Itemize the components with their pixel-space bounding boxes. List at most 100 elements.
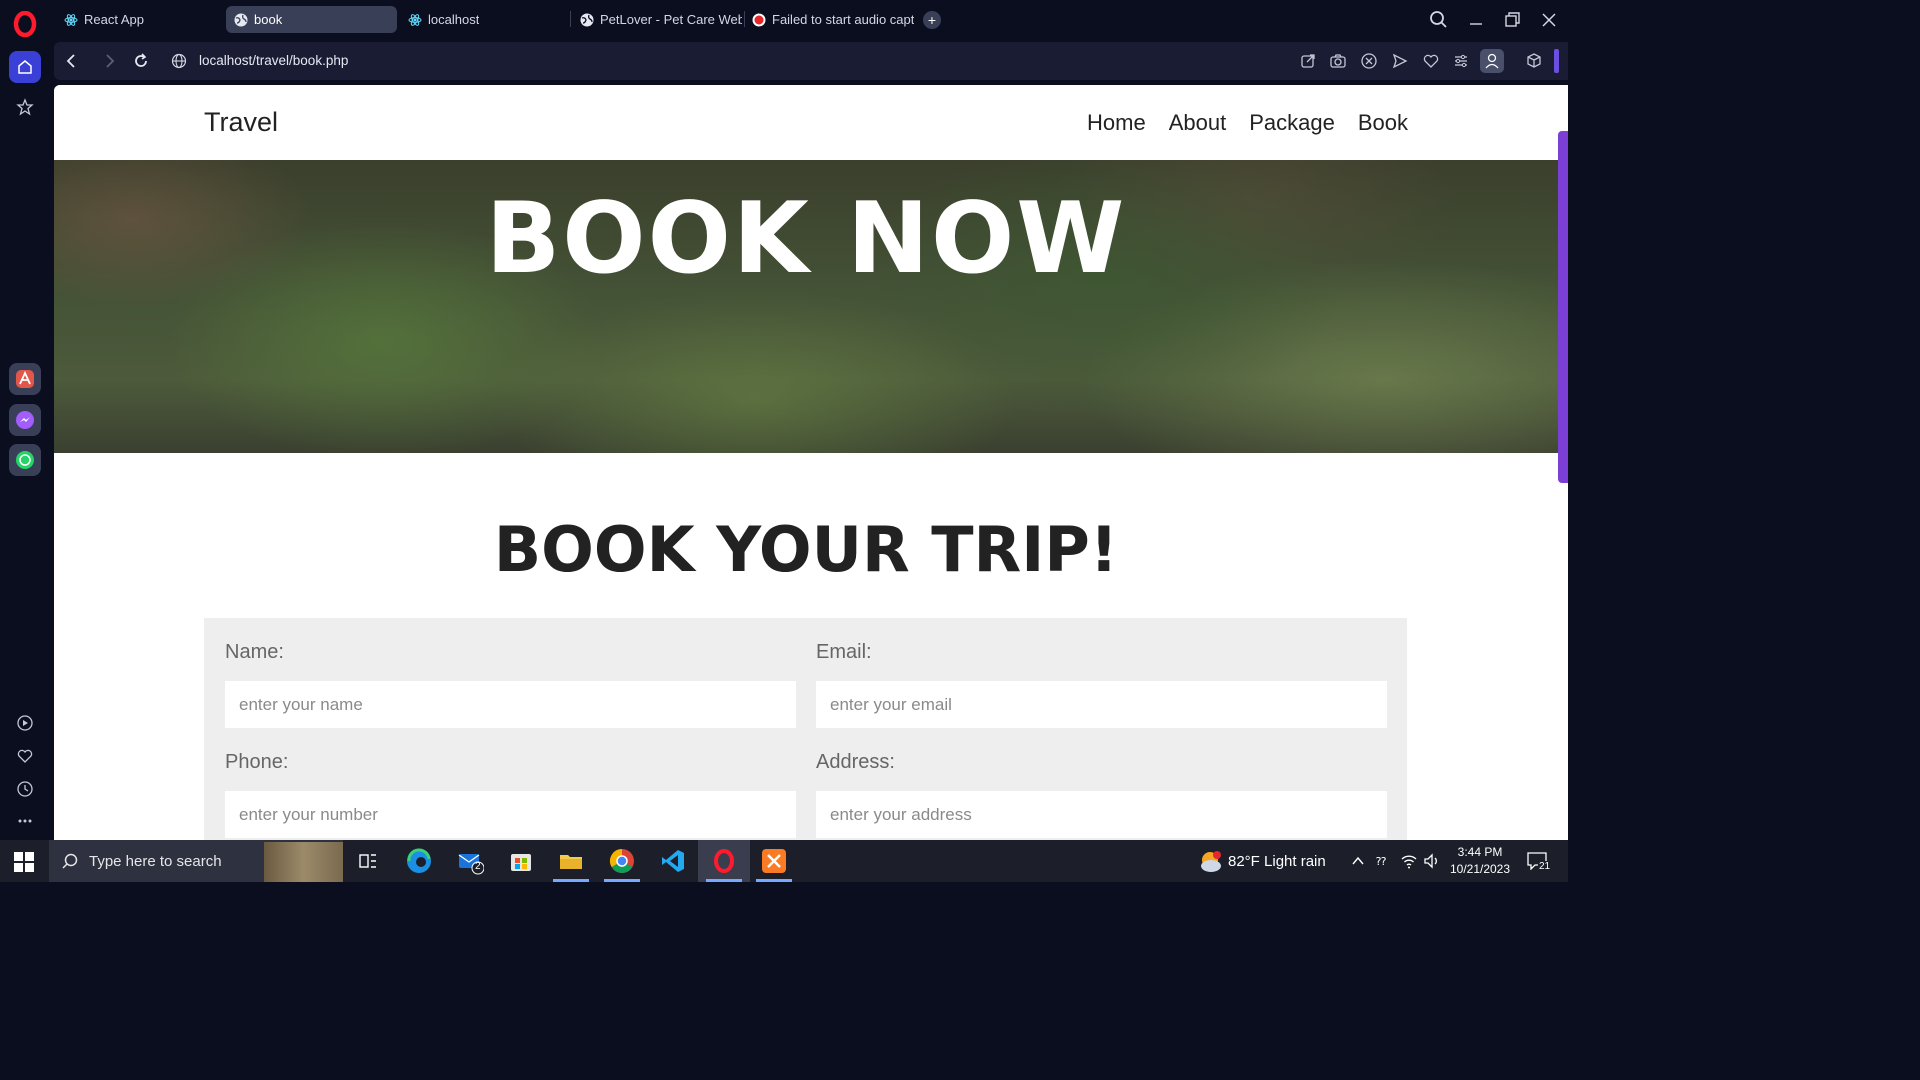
site-brand[interactable]: Travel — [204, 107, 278, 138]
whatsapp-icon — [16, 451, 34, 469]
globe-icon — [580, 13, 594, 26]
windows-taskbar: Type here to search 2 82°F Light rain ⁇ … — [0, 840, 1568, 882]
opera-logo-icon[interactable] — [12, 11, 38, 37]
tab-react-app[interactable]: React App — [56, 6, 224, 33]
sidebar-messenger-button[interactable] — [9, 404, 41, 436]
star-icon — [16, 98, 34, 116]
clock-date: 10/21/2023 — [1449, 862, 1511, 876]
phone-input[interactable] — [225, 791, 796, 838]
snapshot-icon[interactable] — [1329, 52, 1347, 70]
nav-link-package[interactable]: Package — [1249, 110, 1335, 136]
tab-book[interactable]: book — [226, 6, 397, 33]
booking-form: Name: Email: Phone: Address: — [204, 618, 1407, 840]
address-bar: localhost/travel/book.php — [54, 42, 1568, 80]
name-input[interactable] — [225, 681, 796, 728]
profile-button[interactable] — [1480, 49, 1504, 73]
language-icon[interactable]: ⁇ — [1375, 853, 1393, 869]
aria-icon — [16, 370, 34, 388]
restore-icon[interactable] — [1501, 9, 1523, 31]
new-tab-button[interactable]: + — [923, 11, 941, 29]
active-app-indicator — [756, 879, 792, 882]
active-app-indicator — [706, 879, 742, 882]
tab-separator — [570, 11, 571, 27]
messenger-icon — [16, 411, 34, 429]
nav-link-home[interactable]: Home — [1087, 110, 1146, 136]
active-app-indicator — [553, 879, 589, 882]
sidebar-home-button[interactable] — [9, 51, 41, 83]
tab-localhost[interactable]: localhost — [400, 6, 568, 33]
email-label: Email: — [816, 641, 872, 663]
page-scrollbar[interactable] — [1558, 131, 1568, 483]
store-icon[interactable] — [507, 847, 535, 875]
phone-label: Phone: — [225, 751, 289, 773]
history-clock-icon[interactable] — [16, 780, 34, 798]
url-field[interactable]: localhost/travel/book.php — [199, 53, 348, 68]
weather-text[interactable]: 82°F Light rain — [1228, 853, 1326, 870]
tab-bar: React App book localhost PetLover - Pet … — [0, 0, 1568, 40]
xampp-icon[interactable] — [760, 847, 788, 875]
edge-icon[interactable] — [405, 847, 433, 875]
tab-label: PetLover - Pet Care Websi — [600, 12, 742, 27]
vscode-icon[interactable] — [659, 847, 687, 875]
search-highlight-image — [264, 842, 343, 882]
browser-sidebar — [0, 40, 50, 840]
share-icon[interactable] — [1299, 52, 1317, 70]
site-info-icon[interactable] — [171, 53, 187, 69]
wifi-icon[interactable] — [1400, 852, 1418, 870]
more-options-icon[interactable] — [16, 812, 34, 830]
back-icon[interactable] — [62, 51, 82, 71]
minimize-icon[interactable] — [1465, 9, 1487, 31]
file-explorer-icon[interactable] — [557, 847, 585, 875]
address-label: Address: — [816, 751, 895, 773]
search-placeholder: Type here to search — [89, 853, 222, 870]
tab-label: localhost — [428, 12, 480, 27]
taskbar-search[interactable]: Type here to search — [49, 840, 343, 882]
booking-section-title: BOOK YOUR TRIP! — [493, 513, 1119, 586]
sidebar-speed-dial-button[interactable] — [9, 91, 41, 123]
tab-audio-capture[interactable]: Failed to start audio captu — [744, 6, 914, 33]
address-input[interactable] — [816, 791, 1387, 838]
taskbar-clock[interactable]: 3:44 PM 10/21/2023 — [1448, 844, 1512, 878]
tab-petlover[interactable]: PetLover - Pet Care Websi — [572, 6, 742, 33]
hero-banner: BOOK NOW — [54, 160, 1558, 453]
chevron-up-icon[interactable] — [1351, 854, 1365, 868]
email-input[interactable] — [816, 681, 1387, 728]
volume-icon[interactable] — [1423, 852, 1441, 870]
name-label: Name: — [225, 641, 284, 663]
tab-label: book — [254, 12, 283, 27]
extensions-cube-icon[interactable] — [1525, 52, 1543, 70]
globe-icon — [234, 13, 248, 26]
react-icon — [64, 13, 78, 26]
send-icon[interactable] — [1391, 52, 1409, 70]
sidebar-toggle-indicator — [1554, 49, 1559, 73]
chrome-icon[interactable] — [608, 847, 636, 875]
site-nav: Home About Package Book — [1087, 110, 1408, 136]
windows-start-icon[interactable] — [14, 852, 34, 872]
active-app-indicator — [604, 879, 640, 882]
mail-badge: 2 — [475, 861, 481, 872]
tab-label: React App — [84, 12, 144, 27]
svg-text:⁇: ⁇ — [1376, 855, 1386, 868]
tab-label: Failed to start audio captu — [772, 12, 914, 27]
player-icon[interactable] — [16, 714, 34, 732]
record-icon — [752, 13, 766, 26]
site-header: Travel Home About Package Book — [54, 85, 1568, 160]
heart-icon[interactable] — [1422, 52, 1440, 70]
nav-link-about[interactable]: About — [1169, 110, 1227, 136]
weather-icon[interactable] — [1198, 849, 1224, 875]
easy-setup-icon[interactable] — [1452, 52, 1470, 70]
task-view-icon[interactable] — [354, 847, 382, 875]
close-icon[interactable] — [1538, 9, 1560, 31]
hero-title: BOOK NOW — [485, 182, 1127, 296]
search-tabs-icon[interactable] — [1428, 9, 1450, 31]
nav-link-book[interactable]: Book — [1358, 110, 1408, 136]
web-page: Travel Home About Package Book BOOK NOW … — [54, 85, 1568, 840]
reload-icon[interactable] — [131, 51, 151, 71]
adblock-icon[interactable] — [1360, 52, 1378, 70]
sidebar-aria-button[interactable] — [9, 363, 41, 395]
sidebar-whatsapp-button[interactable] — [9, 444, 41, 476]
forward-icon[interactable] — [99, 51, 119, 71]
opera-taskbar-icon[interactable] — [710, 847, 738, 875]
bookmarks-heart-icon[interactable] — [16, 747, 34, 765]
search-icon — [62, 853, 78, 869]
